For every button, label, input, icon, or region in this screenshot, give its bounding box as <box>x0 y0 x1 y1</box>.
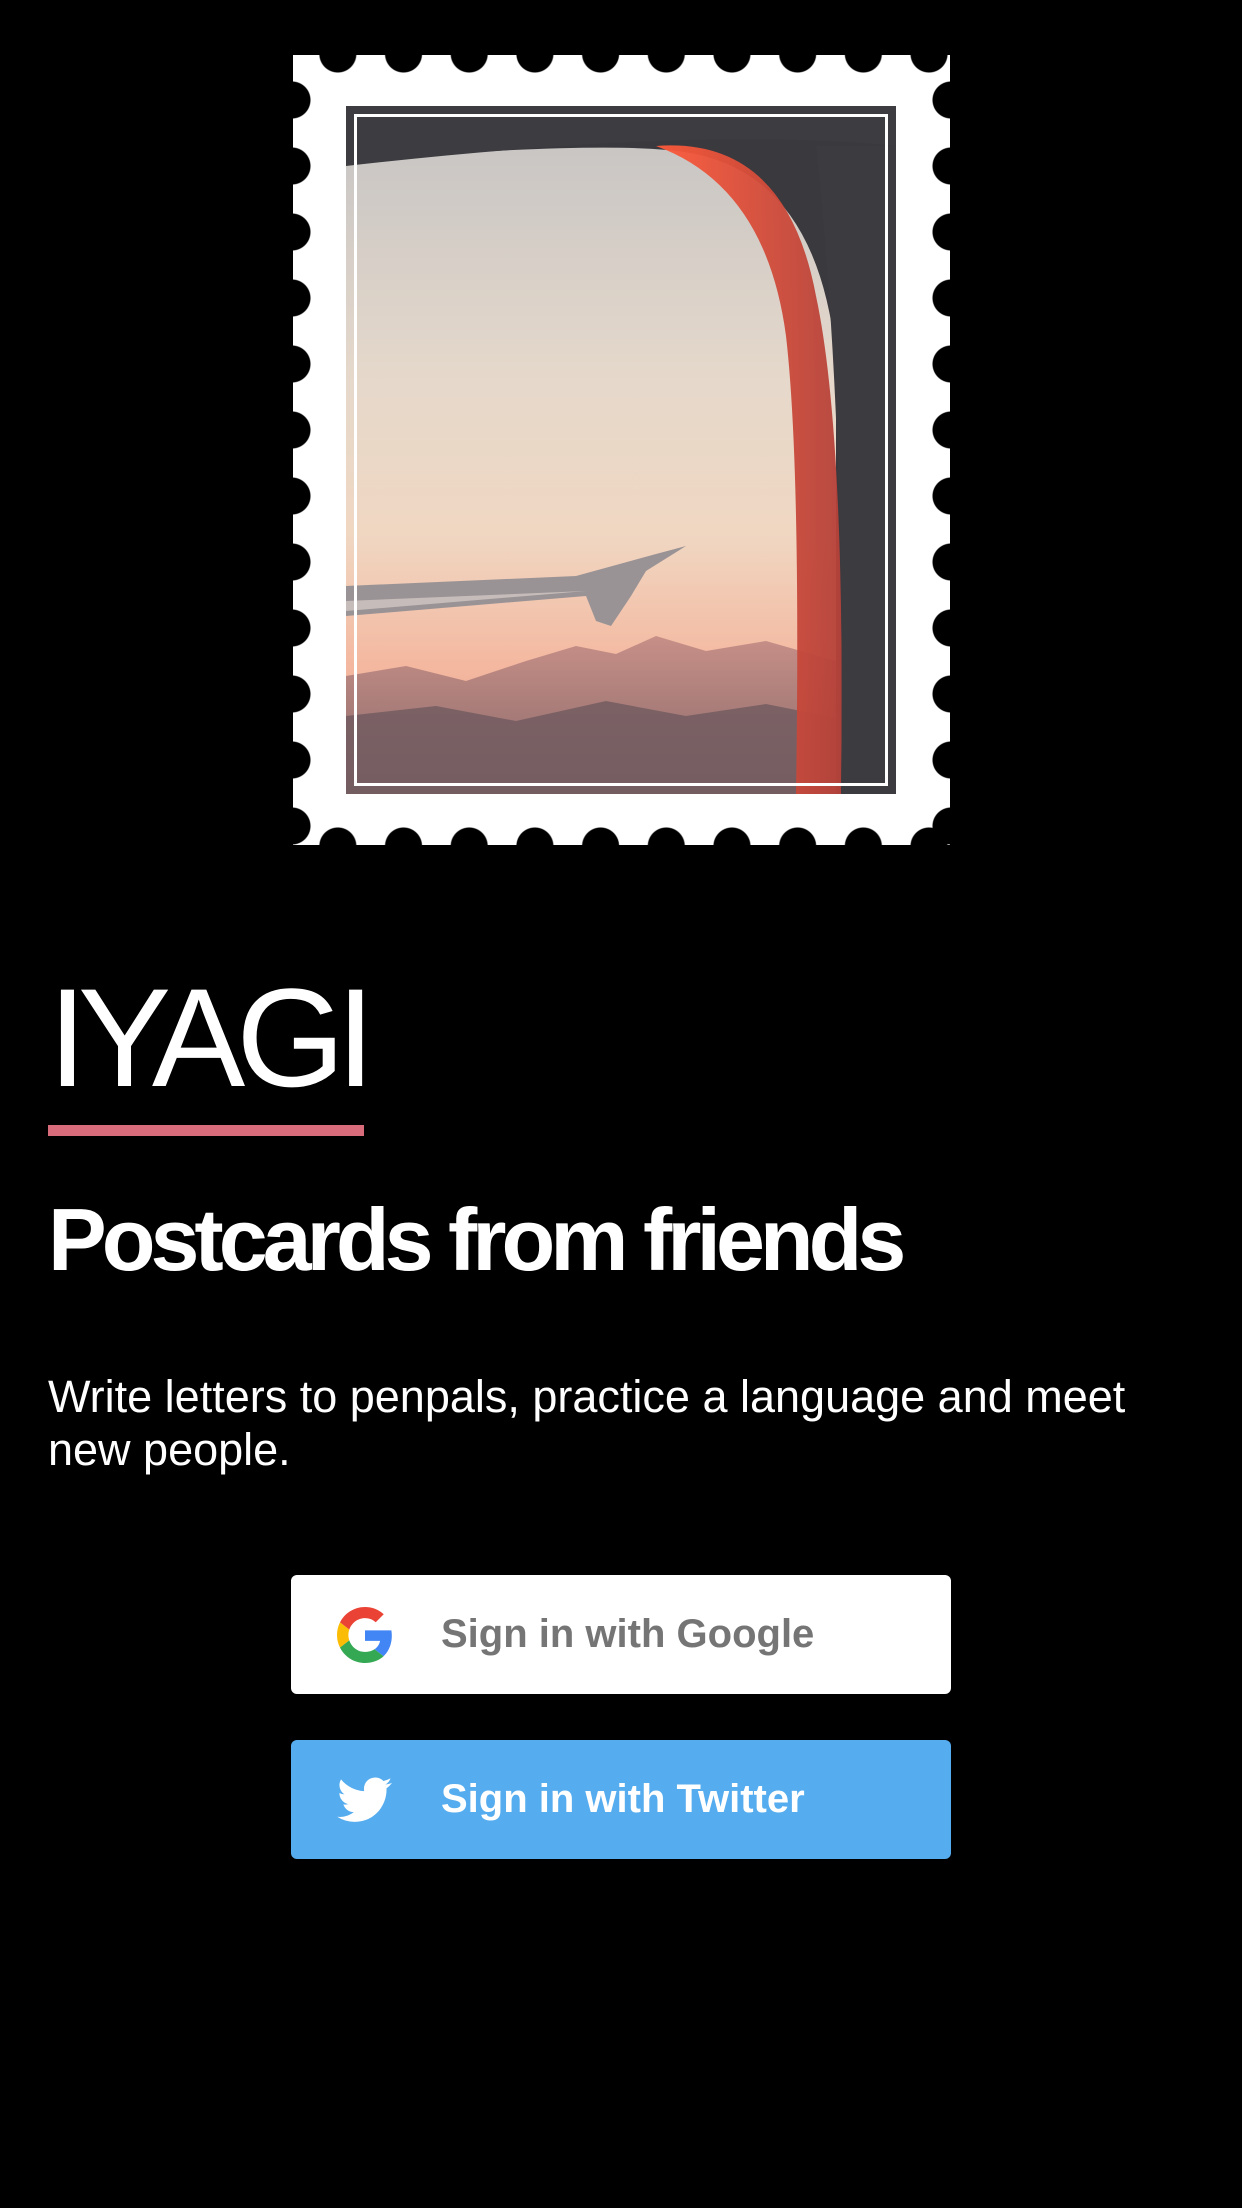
google-sign-in-label: Sign in with Google <box>441 1612 815 1656</box>
twitter-bird-icon <box>337 1772 393 1828</box>
airplane-window-photo <box>346 106 896 794</box>
twitter-sign-in-label: Sign in with Twitter <box>441 1777 805 1821</box>
google-g-icon <box>337 1607 393 1663</box>
twitter-sign-in-button[interactable]: Sign in with Twitter <box>291 1740 951 1859</box>
title-underline <box>48 1125 364 1136</box>
google-sign-in-button[interactable]: Sign in with Google <box>291 1575 951 1694</box>
hero-stamp <box>293 55 950 845</box>
app-description: Write letters to penpals, practice a lan… <box>48 1371 1126 1475</box>
airplane-window-illustration <box>346 106 896 794</box>
tagline: Postcards from friends <box>48 1190 906 1289</box>
app-title: IYAGI <box>48 959 375 1116</box>
